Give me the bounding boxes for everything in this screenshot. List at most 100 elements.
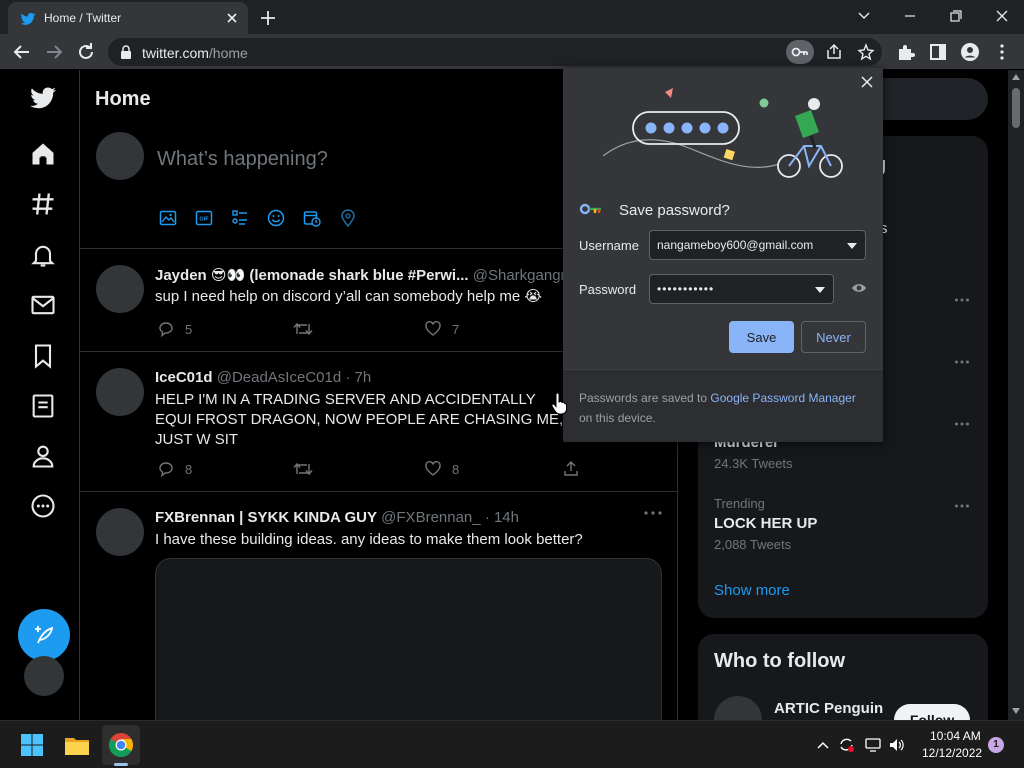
more-options-icon[interactable] <box>954 359 970 365</box>
page-scrollbar[interactable] <box>1008 70 1024 720</box>
trend-tweet-count: 24.3K Tweets <box>714 456 793 471</box>
more-options-icon[interactable] <box>954 503 970 509</box>
minimize-icon[interactable] <box>896 4 924 28</box>
scroll-down-arrow-icon[interactable] <box>1012 708 1020 714</box>
trend-name[interactable]: LOCK HER UP <box>714 515 817 532</box>
password-field[interactable]: ••••••••••• <box>649 274 834 304</box>
account-avatar[interactable] <box>24 656 64 696</box>
home-icon[interactable] <box>29 140 57 168</box>
network-monitor-icon[interactable] <box>864 737 882 753</box>
tweet-author-name[interactable]: FXBrennan | SYKK KINDA GUY <box>155 509 377 526</box>
show-more-link[interactable]: Show more <box>714 582 790 599</box>
close-icon[interactable] <box>859 74 875 90</box>
back-arrow-icon[interactable] <box>10 40 34 64</box>
more-options-icon[interactable] <box>954 297 970 303</box>
schedule-icon[interactable] <box>302 208 322 228</box>
taskbar-time[interactable]: 10:04 AM <box>930 729 981 743</box>
tweet[interactable]: FXBrennan | SYKK KINDA GUY @FXBrennan_ ·… <box>80 492 677 720</box>
reload-icon[interactable] <box>74 40 98 64</box>
notifications-bell-icon[interactable] <box>29 241 57 269</box>
tweet-avatar[interactable] <box>96 508 144 556</box>
location-pin-icon[interactable] <box>338 208 358 228</box>
forward-arrow-icon[interactable] <box>42 40 66 64</box>
scroll-up-arrow-icon[interactable] <box>1012 74 1020 80</box>
tweet-avatar[interactable] <box>96 265 144 313</box>
like-button[interactable]: 8 <box>424 460 504 478</box>
lock-icon[interactable] <box>120 45 132 59</box>
url-text[interactable]: twitter.com/home <box>142 45 248 61</box>
profile-icon[interactable] <box>958 40 982 64</box>
twitter-logo-icon[interactable] <box>29 84 57 112</box>
explore-hashtag-icon[interactable] <box>29 190 57 218</box>
browser-tab[interactable]: Home / Twitter <box>8 2 248 34</box>
browser-toolbar: twitter.com/home <box>0 34 1024 70</box>
file-explorer-icon[interactable] <box>61 729 93 761</box>
tweet-author-handle[interactable]: @FXBrennan_ · 14h <box>381 509 519 526</box>
share-upload-icon <box>564 461 578 476</box>
sync-error-icon[interactable] <box>838 737 856 753</box>
close-tab-icon[interactable] <box>224 10 240 26</box>
profile-person-icon[interactable] <box>29 442 57 470</box>
bookmark-star-icon[interactable] <box>852 40 880 64</box>
show-hidden-icons-chevron-icon[interactable] <box>814 737 832 753</box>
reply-button[interactable]: 8 <box>157 460 237 478</box>
tweet-media[interactable] <box>155 558 662 720</box>
media-image-icon[interactable] <box>158 208 178 228</box>
messages-envelope-icon[interactable] <box>29 291 57 319</box>
save-button[interactable]: Save <box>729 321 794 353</box>
taskbar-date[interactable]: 12/12/2022 <box>922 746 982 760</box>
show-password-eye-icon[interactable] <box>851 282 867 294</box>
retweet-button[interactable] <box>292 320 372 338</box>
like-button[interactable]: 7 <box>424 320 504 338</box>
like-heart-icon <box>425 321 441 336</box>
who-to-follow-title: Who to follow <box>714 650 846 672</box>
password-manager-link[interactable]: Google Password Manager <box>710 391 855 405</box>
tweet-author-name[interactable]: IceC01d <box>155 369 213 386</box>
extensions-puzzle-icon[interactable] <box>894 40 918 64</box>
poll-icon[interactable] <box>230 208 250 228</box>
tweet-author-handle[interactable]: @DeadAsIceC01d · 7h <box>217 369 371 386</box>
username-value: nangameboy600@gmail.com <box>657 238 814 252</box>
share-tweet-button[interactable] <box>562 460 582 478</box>
twitter-favicon-icon <box>20 13 36 25</box>
lists-icon[interactable] <box>29 392 57 420</box>
active-app-indicator <box>114 763 128 766</box>
twitter-sidebar <box>0 70 80 720</box>
compose-tweet-button[interactable] <box>18 609 70 661</box>
never-button[interactable]: Never <box>801 321 866 353</box>
reply-icon <box>159 322 173 338</box>
tweet-author-handle[interactable]: @Sharkgangr <box>473 267 566 284</box>
new-tab-icon[interactable] <box>258 8 278 28</box>
notification-badge[interactable]: 1 <box>988 737 1004 753</box>
emoji-icon[interactable] <box>266 208 286 228</box>
tweet-author-name[interactable]: Jayden 😎👀 (lemonade shark blue #Perwi... <box>155 267 469 284</box>
bookmarks-icon[interactable] <box>29 342 57 370</box>
chrome-icon[interactable] <box>105 729 137 761</box>
chevron-down-icon[interactable] <box>847 243 857 249</box>
more-options-icon[interactable] <box>954 421 970 427</box>
scrollbar-thumb[interactable] <box>1012 88 1020 128</box>
compose-input[interactable]: What’s happening? <box>157 148 328 171</box>
close-window-icon[interactable] <box>988 4 1016 28</box>
restore-icon[interactable] <box>942 4 970 28</box>
more-circle-icon[interactable] <box>29 492 57 520</box>
tweet-avatar[interactable] <box>96 368 144 416</box>
tab-search-chevron-icon[interactable] <box>850 4 878 28</box>
chevron-down-icon[interactable] <box>815 287 825 293</box>
chrome-menu-icon[interactable] <box>990 40 1014 64</box>
side-panel-icon[interactable] <box>926 40 950 64</box>
reply-button[interactable]: 5 <box>157 320 237 338</box>
password-key-icon[interactable] <box>786 40 814 64</box>
volume-icon[interactable] <box>888 737 906 753</box>
like-count: 8 <box>452 462 460 477</box>
windows-start-icon[interactable] <box>16 729 48 761</box>
retweet-icon <box>293 322 313 336</box>
address-bar[interactable]: twitter.com/home <box>108 38 882 66</box>
username-field[interactable]: nangameboy600@gmail.com <box>649 230 866 260</box>
more-options-icon[interactable] <box>643 510 663 516</box>
retweet-button[interactable] <box>292 460 372 478</box>
share-icon[interactable] <box>820 40 848 64</box>
tweet-header: IceC01d @DeadAsIceC01d · 7h <box>155 369 371 386</box>
gif-icon[interactable]: GIF <box>194 208 214 228</box>
suggested-user-name[interactable]: ARTIC Penguin <box>774 700 883 717</box>
